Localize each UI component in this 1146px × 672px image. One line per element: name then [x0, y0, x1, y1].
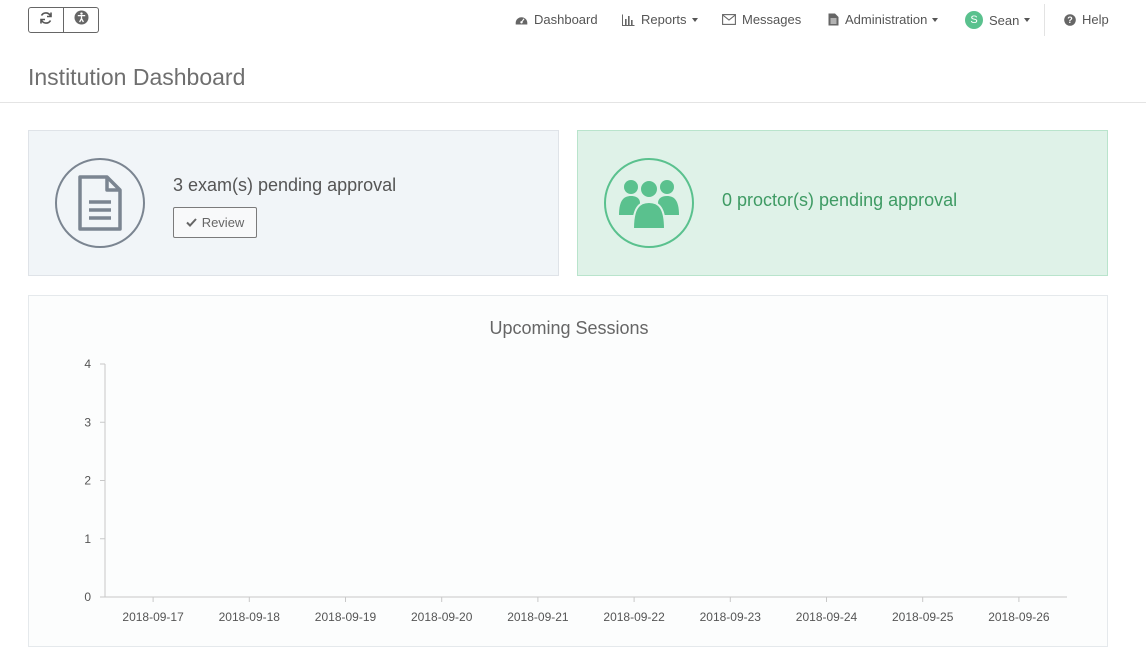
x-tick-label: 2018-09-20: [411, 610, 473, 624]
x-tick-label: 2018-09-26: [988, 610, 1050, 624]
page-title: Institution Dashboard: [28, 64, 246, 90]
nav-divider: [1044, 4, 1045, 36]
chevron-down-icon: [932, 17, 939, 22]
nav-administration[interactable]: Administration: [828, 12, 939, 27]
chevron-down-icon: [691, 17, 698, 22]
toolbar-button-group: [28, 7, 99, 33]
x-tick-label: 2018-09-25: [892, 610, 954, 624]
x-tick-label: 2018-09-21: [507, 610, 569, 624]
nav-user-name: Sean: [989, 12, 1020, 28]
accessibility-icon: [74, 10, 89, 30]
chart-plot: 0 1 2 3 4 2018-09-17 2018-09-18 2018-09-19 2018-…: [84, 357, 1067, 624]
nav-help-label: Help: [1082, 12, 1109, 27]
check-icon: [185, 218, 197, 227]
document-icon: [55, 158, 145, 248]
proctors-pending-text: 0 proctor(s) pending approval: [722, 190, 958, 210]
top-navbar: Dashboard Reports Messages Administratio…: [0, 0, 1146, 42]
y-tick-label: 2: [84, 474, 91, 488]
nav-messages-label: Messages: [742, 12, 802, 27]
y-tick-label: 4: [84, 357, 91, 371]
x-tick-label: 2018-09-17: [122, 610, 184, 624]
svg-text:?: ?: [1067, 15, 1073, 25]
refresh-button[interactable]: [28, 7, 64, 33]
envelope-icon: [722, 14, 736, 25]
avatar: S: [965, 11, 983, 29]
title-divider: [0, 102, 1146, 103]
accessibility-button[interactable]: [64, 7, 99, 33]
nav-administration-label: Administration: [845, 12, 928, 27]
nav-user-menu[interactable]: S Sean: [965, 11, 1031, 29]
dashboard-icon: [515, 14, 528, 26]
file-icon: [828, 13, 839, 26]
nav-dashboard-label: Dashboard: [534, 12, 598, 27]
refresh-icon: [39, 11, 53, 30]
review-button-label: Review: [201, 215, 245, 230]
nav-help[interactable]: ? Help: [1064, 12, 1109, 27]
exams-pending-card: 3 exam(s) pending approval Review: [28, 130, 559, 276]
x-tick-label: 2018-09-22: [603, 610, 665, 624]
chevron-down-icon: [1024, 18, 1031, 22]
nav-messages[interactable]: Messages: [722, 12, 801, 27]
review-button[interactable]: Review: [173, 207, 257, 238]
x-tick-label: 2018-09-23: [700, 610, 762, 624]
question-circle-icon: ?: [1064, 13, 1076, 26]
exams-pending-text: 3 exam(s) pending approval: [173, 175, 397, 195]
x-tick-label: 2018-09-18: [219, 610, 281, 624]
nav-reports-label: Reports: [641, 12, 687, 27]
nav-reports[interactable]: Reports: [622, 12, 698, 27]
y-tick-label: 0: [84, 590, 91, 604]
nav-dashboard[interactable]: Dashboard: [515, 12, 598, 27]
y-tick-label: 3: [84, 415, 91, 429]
x-tick-label: 2018-09-19: [315, 610, 377, 624]
upcoming-sessions-chart: Upcoming Sessions 0 1 2 3 4 2018-09-17 2018-09…: [28, 295, 1108, 647]
users-icon: [604, 158, 694, 248]
x-tick-label: 2018-09-24: [796, 610, 858, 624]
bar-chart-icon: [622, 14, 635, 26]
proctors-pending-card: 0 proctor(s) pending approval: [577, 130, 1108, 276]
y-tick-label: 1: [84, 532, 91, 546]
